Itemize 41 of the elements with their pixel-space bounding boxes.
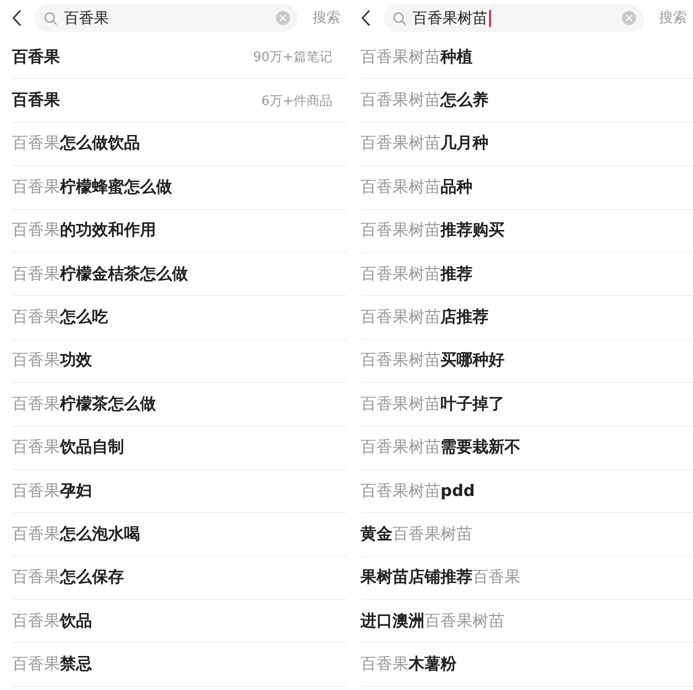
suggestion-item[interactable]: 百香果 [12, 90, 60, 112]
result-count: 6万+件商品 [261, 92, 332, 110]
suggestion-item[interactable]: 百香果怎么保存 [12, 567, 124, 588]
suggestion-item[interactable]: 百香果树苗需要栽新不 [360, 437, 520, 458]
suggestion-item[interactable]: 百香果树苗pdd [360, 480, 475, 502]
suggestion-item[interactable]: 百香果树苗店推荐 [360, 307, 488, 328]
suggestion-item[interactable]: 百香果树苗叶子掉了 [360, 394, 504, 415]
suggestion-item[interactable]: 百香果树苗买哪种好 [360, 350, 504, 372]
suggestion-item[interactable]: 果树苗店铺推荐百香果 [360, 567, 520, 588]
suggestion-item[interactable]: 百香果树苗品种 [360, 176, 472, 198]
search-query-text: 百香果树苗 [412, 8, 488, 28]
back-button[interactable] [360, 9, 372, 27]
suggestion-item[interactable]: 百香果树苗推荐 [360, 264, 472, 285]
back-icon [12, 10, 21, 26]
suggestion-item[interactable]: 百香果柠檬茶怎么做 [12, 394, 156, 415]
suggestion-item[interactable]: 百香果孕妇 [12, 480, 92, 502]
suggestion-item[interactable]: 百香果树苗怎么养 [360, 90, 488, 112]
suggestion-item[interactable]: 进口澳洲百香果树苗 [360, 610, 504, 632]
suggestion-item[interactable]: 百香果树苗种植 [360, 46, 472, 68]
suggestion-item[interactable]: 百香果柠檬蜂蜜怎么做 [12, 176, 172, 198]
suggestion-item[interactable]: 百香果树苗推荐购买 [360, 220, 504, 242]
search-field[interactable]: 百香果 [35, 4, 298, 32]
back-icon [360, 10, 370, 26]
suggestion-item[interactable]: 百香果的功效和作用 [12, 220, 156, 242]
suggestion-item[interactable]: 百香果功效 [12, 350, 92, 372]
suggestion-item[interactable]: 百香果禁忌 [12, 654, 92, 676]
suggestion-item[interactable]: 百香果怎么做饮品 [12, 133, 140, 154]
suggestion-item[interactable]: 百香果饮品 [12, 610, 92, 632]
suggestion-item[interactable]: 百香果树苗几月种 [360, 133, 488, 154]
suggestion-item[interactable]: 百香果饮品自制 [12, 437, 124, 458]
search-query-text: 百香果 [64, 8, 109, 28]
suggestion-item[interactable]: 百香果怎么吃 [12, 307, 108, 328]
suggestion-item[interactable]: 百香果木薯粉 [360, 654, 456, 676]
suggestion-item[interactable]: 百香果柠檬金桔茶怎么做 [12, 264, 188, 285]
search-icon [44, 12, 57, 24]
search-icon [392, 12, 406, 24]
suggestion-item[interactable]: 百香果 [12, 46, 60, 68]
result-count: 90万+篇笔记 [253, 49, 332, 66]
suggestion-item[interactable]: 黄金百香果树苗 [360, 524, 472, 545]
search-field[interactable]: 百香果树苗 [384, 4, 644, 32]
suggestion-item[interactable]: 百香果怎么泡水喝 [12, 524, 140, 545]
